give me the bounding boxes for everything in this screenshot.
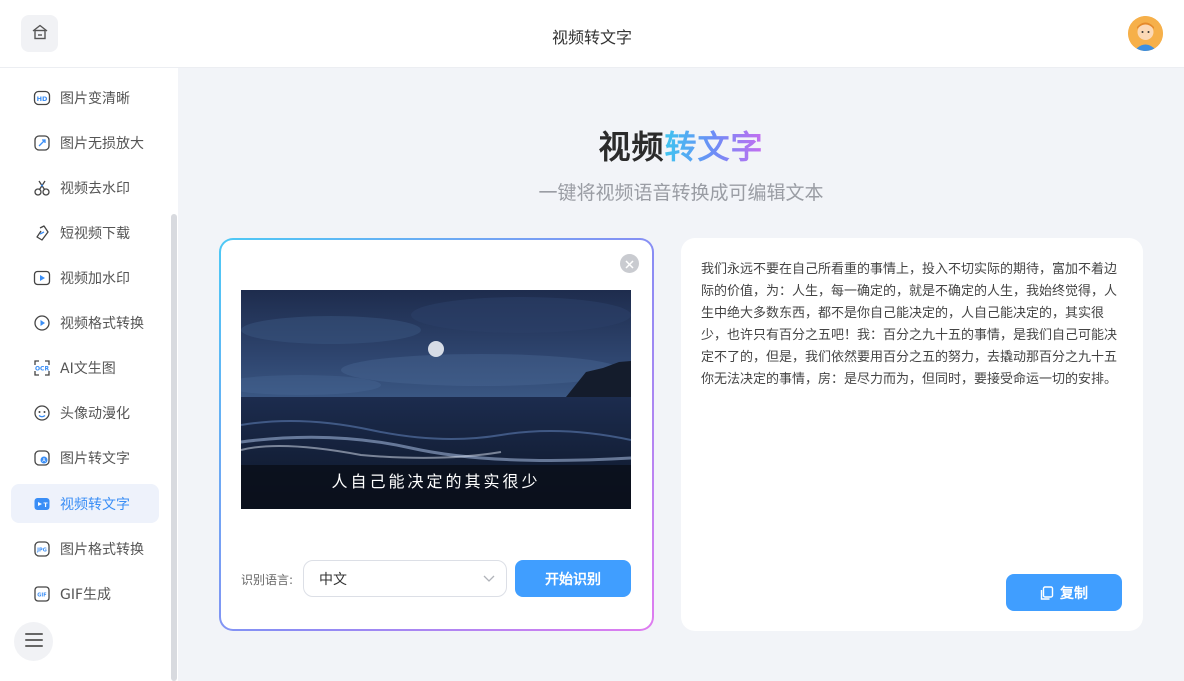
sidebar-item-label: 头像动漫化 [60, 405, 130, 422]
sidebar-item-label: AI文生图 [60, 360, 116, 377]
svg-text:OCR: OCR [35, 365, 50, 372]
play-circle-icon [33, 314, 51, 332]
sidebar-item-label: 图片转文字 [60, 450, 130, 467]
image-text-icon: A [33, 449, 51, 467]
face-icon [33, 404, 51, 422]
page-title: 视频转文字 [178, 122, 1184, 168]
language-select-value: 中文 [319, 571, 347, 588]
sidebar-item-short-video-download[interactable]: 短视频下载 [11, 213, 159, 252]
hd-icon: HD [33, 89, 51, 107]
sidebar-item-ai-text-to-image[interactable]: OCR AI文生图 [11, 348, 159, 387]
svg-text:A: A [42, 458, 46, 464]
sidebar-scrollbar[interactable] [171, 214, 177, 681]
chevron-down-icon [482, 571, 496, 589]
copy-button-label: 复制 [1060, 585, 1088, 602]
sidebar-item-video-format[interactable]: 视频格式转换 [11, 303, 159, 342]
start-recognition-button[interactable]: 开始识别 [515, 560, 631, 597]
page-subtitle: 一键将视频语音转换成可编辑文本 [538, 182, 824, 204]
sidebar-item-video-watermark[interactable]: 视频加水印 [11, 258, 159, 297]
ai-scan-icon: OCR [33, 359, 51, 377]
enlarge-icon [33, 134, 51, 152]
sidebar-item-label: 视频加水印 [60, 270, 130, 287]
top-header: 视频转文字 [0, 0, 1184, 68]
copy-button[interactable]: 复制 [1006, 574, 1122, 611]
gif-icon: GIF [33, 585, 51, 603]
header-title: 视频转文字 [551, 28, 632, 47]
sidebar-item-label: 图片变清晰 [60, 90, 130, 107]
page-title-part2: 转文字 [664, 128, 764, 166]
menu-icon [24, 632, 43, 651]
sidebar-item-label: 视频转文字 [60, 496, 130, 513]
page-title-part1: 视频 [598, 128, 665, 166]
result-text[interactable]: 我们永远不要在自己所看重的事情上，投入不切实际的期待，富加不着边际的价值，为：人… [701, 259, 1122, 391]
copy-icon [1040, 585, 1054, 600]
scissors-icon [33, 179, 51, 197]
sidebar-item-gif[interactable]: GIF GIF生成 [11, 574, 159, 613]
remove-video-button[interactable] [620, 254, 639, 273]
sidebar-item-image-enlarge[interactable]: 图片无损放大 [11, 123, 159, 162]
sidebar-item-label: 短视频下载 [60, 225, 130, 242]
sidebar-item-label: 视频格式转换 [60, 315, 144, 332]
sidebar-item-label: 视频去水印 [60, 180, 130, 197]
sidebar-item-label: GIF生成 [60, 586, 112, 603]
video-subtitle: 人自己能决定的其实很少 [331, 472, 541, 491]
avatar[interactable] [1128, 16, 1163, 51]
svg-text:HD: HD [37, 95, 48, 103]
upload-card: 人自己能决定的其实很少 识别语言: 中文 开始识别 [219, 238, 654, 631]
sidebar-item-label: 图片格式转换 [60, 541, 144, 558]
menu-toggle-button[interactable] [14, 622, 53, 661]
language-label: 识别语言: [241, 573, 294, 587]
sidebar: HD 图片变清晰 图片无损放大 视频去水印 短视频下载 视频加水印 视频格式转换 [0, 68, 178, 681]
sidebar-item-image-format[interactable]: JPG 图片格式转换 [11, 529, 159, 568]
download-link-icon [33, 224, 51, 242]
video-watermark-icon [33, 269, 51, 287]
language-select[interactable]: 中文 [303, 560, 507, 597]
result-card: 我们永远不要在自己所看重的事情上，投入不切实际的期待，富加不着边际的价值，为：人… [681, 238, 1143, 631]
image-format-icon: JPG [33, 540, 51, 558]
sidebar-item-video-to-text[interactable]: T 视频转文字 [11, 484, 159, 523]
close-icon [625, 254, 634, 273]
svg-text:JPG: JPG [36, 547, 47, 553]
video-preview[interactable]: 人自己能决定的其实很少 [241, 290, 631, 509]
sidebar-item-avatar-anime[interactable]: 头像动漫化 [11, 393, 159, 432]
sidebar-item-image-enhance[interactable]: HD 图片变清晰 [11, 78, 159, 117]
sidebar-item-label: 图片无损放大 [60, 135, 144, 152]
sidebar-item-image-to-text[interactable]: A 图片转文字 [11, 438, 159, 477]
svg-text:GIF: GIF [37, 592, 46, 598]
sidebar-item-video-dewatermark[interactable]: 视频去水印 [11, 168, 159, 207]
video-text-icon: T [33, 495, 51, 513]
